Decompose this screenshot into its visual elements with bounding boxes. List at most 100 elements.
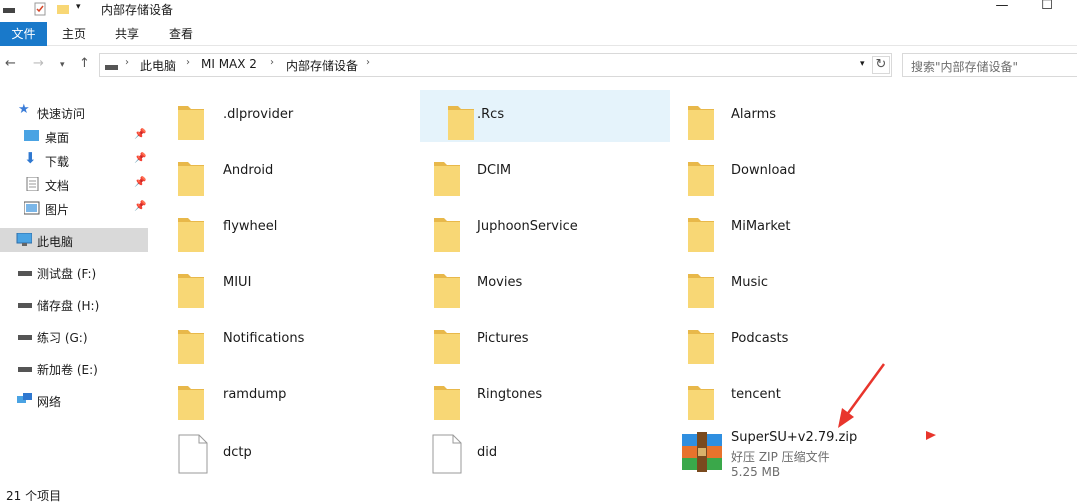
sidebar-item-label: 文档 <box>45 179 70 193</box>
new-folder-icon[interactable] <box>56 2 70 16</box>
drive-icon <box>105 65 118 70</box>
folder-icon <box>688 218 714 252</box>
drive-icon <box>18 335 32 340</box>
item-count: 21 个项目 <box>6 489 62 503</box>
folder-name: Podcasts <box>731 331 789 346</box>
annotation-marker-icon <box>926 431 936 440</box>
back-arrow-icon[interactable]: ← <box>5 56 16 71</box>
minimize-button[interactable]: — <box>987 0 1017 18</box>
zip-file-name: SuperSU+v2.79.zip <box>731 430 858 445</box>
folder-item[interactable]: Alarms <box>674 90 924 142</box>
folder-item[interactable]: .dlprovider <box>150 90 400 142</box>
sidebar-item-desktop[interactable]: 桌面 📌 <box>0 124 148 148</box>
up-arrow-icon[interactable]: ↑ <box>79 56 90 71</box>
folder-icon <box>178 386 204 420</box>
folder-item[interactable]: Android <box>150 146 400 198</box>
folder-item[interactable]: Ringtones <box>420 370 670 422</box>
quick-access-dropdown-icon[interactable]: ▾ <box>76 2 81 12</box>
folder-icon <box>434 218 460 252</box>
file-icon <box>432 434 462 474</box>
breadcrumb-chevron-icon[interactable]: › <box>125 57 129 68</box>
recent-locations-icon[interactable]: ▾ <box>60 60 65 70</box>
folder-item[interactable]: Notifications <box>150 314 400 366</box>
pin-icon[interactable]: 📌 <box>134 129 146 140</box>
folder-icon <box>178 330 204 364</box>
folder-item[interactable]: MiMarket <box>674 202 924 254</box>
folder-item[interactable]: ramdump <box>150 370 400 422</box>
folder-name: tencent <box>731 387 781 402</box>
folder-name: Ringtones <box>477 387 543 402</box>
breadcrumb-chevron-icon[interactable]: › <box>366 57 370 68</box>
pin-icon[interactable]: 📌 <box>134 201 146 212</box>
sidebar-item-quick-access[interactable]: ★ 快速访问 <box>0 100 148 124</box>
zip-file-type: 好压 ZIP 压缩文件 <box>731 450 830 464</box>
sidebar-item-drive-e[interactable]: 新加卷 (E:) <box>0 356 148 380</box>
folder-icon <box>178 106 204 140</box>
folder-icon <box>434 330 460 364</box>
forward-arrow-icon[interactable]: → <box>33 56 44 71</box>
file-icon <box>178 434 208 474</box>
title-bar: ▾ 内部存储设备 — ☐ <box>0 0 1077 20</box>
window-title: 内部存储设备 <box>101 3 174 17</box>
folder-name: Music <box>731 275 768 290</box>
tab-file[interactable]: 文件 <box>0 22 47 46</box>
folder-item[interactable]: MIUI <box>150 258 400 310</box>
zip-file-item[interactable]: SuperSU+v2.79.zip 好压 ZIP 压缩文件 5.25 MB <box>674 424 924 480</box>
tab-home[interactable]: 主页 <box>58 22 90 46</box>
folder-item[interactable]: DCIM <box>420 146 670 198</box>
sidebar-item-label: 图片 <box>45 203 70 217</box>
folder-icon <box>688 162 714 196</box>
folder-icon <box>178 274 204 308</box>
sidebar-item-drive-h[interactable]: 储存盘 (H:) <box>0 292 148 316</box>
sidebar-item-pictures[interactable]: 图片 📌 <box>0 196 148 220</box>
drive-icon <box>3 8 15 13</box>
breadcrumb-internal-storage[interactable]: 内部存储设备 <box>286 57 358 74</box>
folder-name: Android <box>223 163 274 178</box>
folder-item[interactable]: Download <box>674 146 924 198</box>
sidebar-item-drive-g[interactable]: 练习 (G:) <box>0 324 148 348</box>
folder-item[interactable]: .Rcs <box>420 90 670 142</box>
folder-name: flywheel <box>223 219 278 234</box>
breadcrumb-device[interactable]: MI MAX 2 <box>201 57 257 71</box>
breadcrumb-chevron-icon[interactable]: › <box>270 57 274 68</box>
sidebar-item-label: 练习 (G:) <box>37 331 88 345</box>
file-name: did <box>477 445 498 460</box>
sidebar-item-this-pc[interactable]: 此电脑 <box>0 228 148 252</box>
properties-icon[interactable] <box>33 2 47 16</box>
folder-item[interactable]: Pictures <box>420 314 670 366</box>
refresh-icon[interactable]: ↻ <box>872 56 890 74</box>
pin-icon[interactable]: 📌 <box>134 177 146 188</box>
folder-name: Download <box>731 163 796 178</box>
sidebar-item-documents[interactable]: 文档 📌 <box>0 172 148 196</box>
folder-item[interactable]: Podcasts <box>674 314 924 366</box>
maximize-button[interactable]: ☐ <box>1032 0 1062 18</box>
folder-icon <box>688 106 714 140</box>
folder-item[interactable]: Music <box>674 258 924 310</box>
sidebar-item-downloads[interactable]: ⬇ 下载 📌 <box>0 148 148 172</box>
breadcrumb-chevron-icon[interactable]: › <box>186 57 190 68</box>
folder-name: MiMarket <box>731 219 791 234</box>
file-item[interactable]: did <box>420 428 670 480</box>
address-bar[interactable]: › 此电脑 › MI MAX 2 › 内部存储设备 › ▾ <box>99 53 892 77</box>
search-input[interactable]: 搜索"内部存储设备" <box>902 53 1077 77</box>
sidebar-item-label: 储存盘 (H:) <box>37 299 100 313</box>
pin-icon[interactable]: 📌 <box>134 153 146 164</box>
address-dropdown-icon[interactable]: ▾ <box>860 59 865 69</box>
drive-icon <box>18 271 32 276</box>
sidebar-item-drive-f[interactable]: 测试盘 (F:) <box>0 260 148 284</box>
folder-icon <box>178 218 204 252</box>
folder-name: Movies <box>477 275 523 290</box>
folder-item[interactable]: Movies <box>420 258 670 310</box>
file-item[interactable]: dctp <box>150 428 400 480</box>
folder-name: MIUI <box>223 275 252 290</box>
tab-share[interactable]: 共享 <box>112 22 142 46</box>
computer-icon <box>16 233 32 246</box>
folder-item[interactable]: flywheel <box>150 202 400 254</box>
sidebar-item-network[interactable]: 网络 <box>0 388 148 412</box>
tab-view[interactable]: 查看 <box>165 22 197 46</box>
status-bar: 21 个项目 <box>0 486 1077 504</box>
folder-item[interactable]: JuphoonService <box>420 202 670 254</box>
folder-name: .dlprovider <box>223 107 294 122</box>
file-name: dctp <box>223 445 252 460</box>
breadcrumb-this-pc[interactable]: 此电脑 <box>140 57 176 74</box>
